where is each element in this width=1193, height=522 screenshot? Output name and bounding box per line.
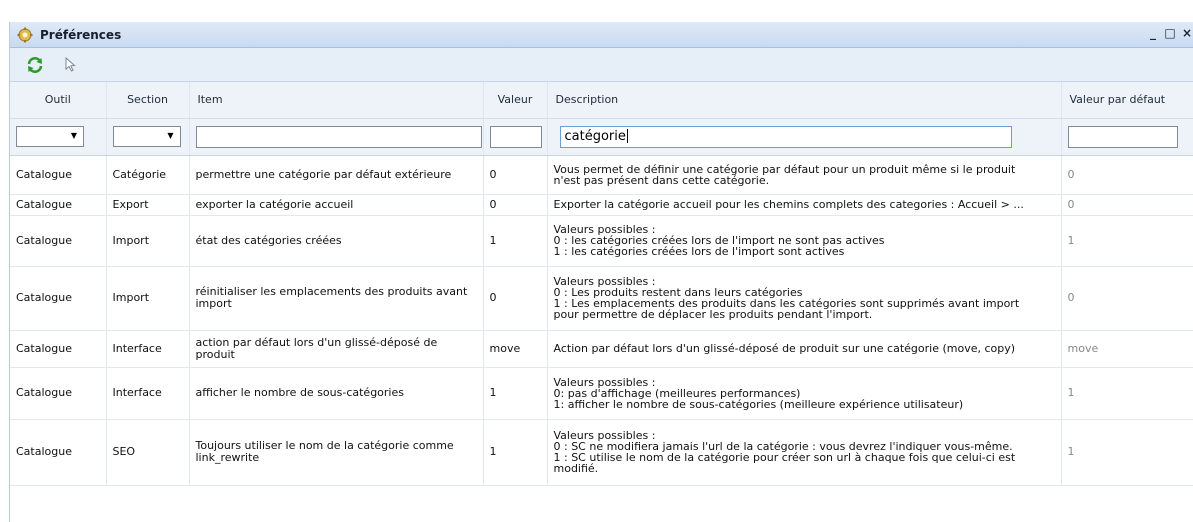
cell-valeur[interactable]: 0	[483, 155, 548, 195]
cell-valeur-par-defaut: 0	[1061, 266, 1193, 331]
cell-valeur[interactable]: 0	[483, 194, 548, 216]
grid-header-row: Outil Section Item Valeur Description Va…	[10, 82, 1193, 119]
cell-section: Export	[106, 194, 190, 216]
window-title: Préférences	[40, 27, 122, 42]
cell-valeur-par-defaut: move	[1061, 330, 1193, 368]
cell-section: Import	[106, 215, 190, 267]
window-titlebar[interactable]: Préférences _ □ ×	[10, 22, 1193, 48]
item-filter-input[interactable]	[195, 125, 482, 148]
column-header-item[interactable]: Item	[189, 82, 484, 119]
minimize-button[interactable]: _	[1147, 25, 1159, 41]
cell-section: Catégorie	[106, 155, 190, 195]
cell-section: SEO	[106, 419, 190, 486]
table-row[interactable]: Catalogue Catégorie permettre une catégo…	[10, 155, 1193, 195]
column-header-description[interactable]: Description	[547, 82, 1062, 119]
preferences-gear-icon	[17, 27, 33, 43]
valeur-filter-input[interactable]	[489, 125, 542, 148]
cell-section: Import	[106, 266, 190, 331]
cell-description: Valeurs possibles : 0: pas d'affichage (…	[547, 367, 1062, 420]
table-row[interactable]: Catalogue Import réinitialiser les empla…	[10, 266, 1193, 331]
toolbar	[10, 48, 1193, 82]
chevron-down-icon: ▼	[167, 131, 174, 140]
pointer-icon	[65, 56, 76, 72]
cell-valeur[interactable]: 1	[483, 215, 548, 267]
cell-outil: Catalogue	[10, 330, 107, 368]
select-pointer-button[interactable]	[60, 54, 82, 76]
cell-description: Valeurs possibles : 0 : SC ne modifiera …	[547, 419, 1062, 486]
cell-valeur-par-defaut: 0	[1061, 155, 1193, 195]
cell-description: Action par défaut lors d'un glissé-dépos…	[547, 330, 1062, 368]
cell-section: Interface	[106, 367, 190, 420]
column-header-valeur[interactable]: Valeur	[483, 82, 548, 119]
cell-section: Interface	[106, 330, 190, 368]
cell-item: permettre une catégorie par défaut extér…	[189, 155, 484, 195]
preferences-grid: Outil Section Item Valeur Description Va…	[10, 82, 1193, 486]
table-row[interactable]: Catalogue Interface action par défaut lo…	[10, 330, 1193, 368]
preferences-window: Préférences _ □ × Outil Section Item Val…	[9, 22, 1193, 522]
table-row[interactable]: Catalogue Export exporter la catégorie a…	[10, 194, 1193, 216]
table-row[interactable]: Catalogue Import état des catégories cré…	[10, 215, 1193, 267]
cell-valeur[interactable]: move	[483, 330, 548, 368]
cell-valeur-par-defaut: 0	[1061, 194, 1193, 216]
close-button[interactable]: ×	[1181, 25, 1193, 41]
table-row[interactable]: Catalogue Interface afficher le nombre d…	[10, 367, 1193, 420]
chevron-down-icon: ▼	[70, 131, 77, 140]
cell-outil: Catalogue	[10, 215, 107, 267]
cell-outil: Catalogue	[10, 155, 107, 195]
refresh-icon	[27, 56, 43, 73]
cell-valeur-par-defaut: 1	[1061, 215, 1193, 267]
cell-item: exporter la catégorie accueil	[189, 194, 484, 216]
column-header-outil[interactable]: Outil	[10, 82, 107, 119]
cell-item: état des catégories créées	[189, 215, 484, 267]
grid-filter-row: ▼ ▼ catégorie	[10, 118, 1193, 156]
column-header-valeur-par-defaut[interactable]: Valeur par défaut	[1061, 82, 1193, 119]
cell-valeur[interactable]: 1	[483, 367, 548, 420]
valeur-par-defaut-filter-input[interactable]	[1067, 125, 1178, 148]
cell-valeur[interactable]: 1	[483, 419, 548, 486]
section-filter-select[interactable]: ▼	[112, 126, 181, 147]
window-controls: _ □ ×	[1147, 25, 1193, 41]
text-caret	[626, 129, 628, 143]
maximize-button[interactable]: □	[1164, 25, 1176, 41]
outil-filter-select[interactable]: ▼	[16, 126, 84, 147]
cell-description: Vous permet de définir une catégorie par…	[547, 155, 1062, 195]
cell-outil: Catalogue	[10, 367, 107, 420]
cell-outil: Catalogue	[10, 419, 107, 486]
column-header-section[interactable]: Section	[106, 82, 190, 119]
cell-outil: Catalogue	[10, 266, 107, 331]
cell-outil: Catalogue	[10, 194, 107, 216]
cell-valeur-par-defaut: 1	[1061, 367, 1193, 420]
table-row[interactable]: Catalogue SEO Toujours utiliser le nom d…	[10, 419, 1193, 486]
cell-description: Valeurs possibles : 0 : les catégories c…	[547, 215, 1062, 267]
cell-item: Toujours utiliser le nom de la catégorie…	[189, 419, 484, 486]
cell-description: Valeurs possibles : 0 : Les produits res…	[547, 266, 1062, 331]
cell-valeur[interactable]: 0	[483, 266, 548, 331]
description-filter-input[interactable]: catégorie	[559, 125, 1012, 148]
cell-item: action par défaut lors d'un glissé-dépos…	[189, 330, 484, 368]
cell-description: Exporter la catégorie accueil pour les c…	[547, 194, 1062, 216]
refresh-button[interactable]	[24, 54, 46, 76]
cell-valeur-par-defaut: 1	[1061, 419, 1193, 486]
cell-item: réinitialiser les emplacements des produ…	[189, 266, 484, 331]
cell-item: afficher le nombre de sous-catégories	[189, 367, 484, 420]
description-filter-text: catégorie	[564, 128, 626, 144]
